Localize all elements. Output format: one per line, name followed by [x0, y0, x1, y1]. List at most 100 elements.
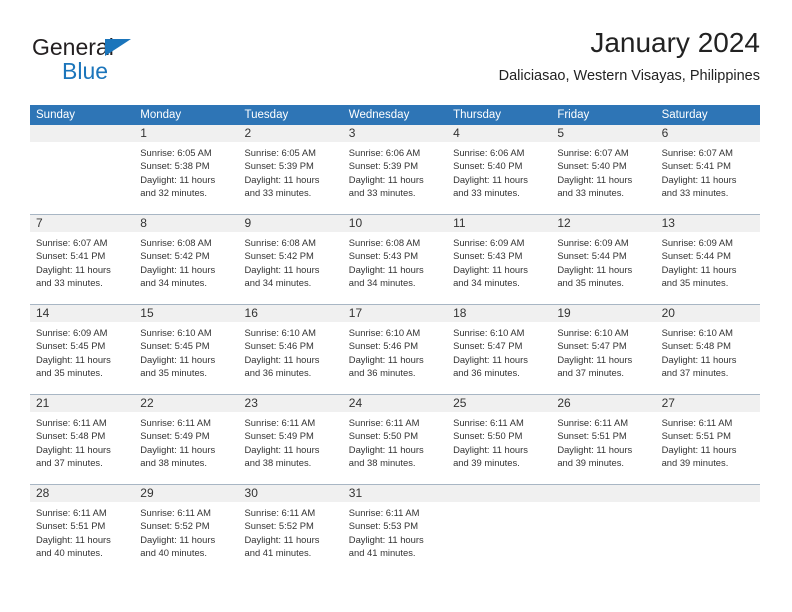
sunset-text: Sunset: 5:41 PM: [36, 250, 106, 262]
daylight-text-line1: Daylight: 11 hours: [140, 263, 216, 275]
daylight-text-line2: and 36 minutes.: [453, 366, 520, 378]
calendar-day-cell[interactable]: 3 Sunrise: 6:06 AM Sunset: 5:39 PM Daylight…: [342, 125, 448, 214]
calendar-day-cell[interactable]: 1 Sunrise: 6:05 AM Sunset: 5:38 PM Daylight…: [134, 125, 239, 214]
sunset-text: Sunset: 5:46 PM: [244, 340, 314, 352]
daylight-text-line2: and 37 minutes.: [661, 366, 729, 378]
calendar-day-cell[interactable]: 5 Sunrise: 6:07 AM Sunset: 5:40 PM Daylight…: [551, 125, 656, 214]
title-block: January 2024 Daliciasao, Western Visayas…: [499, 26, 760, 85]
calendar-day-cell[interactable]: 7 Sunrise: 6:07 AM Sunset: 5:41 PM Daylight…: [30, 215, 135, 304]
day-sun-info: Sunrise: 6:09 AM Sunset: 5:44 PM Daylight:…: [656, 232, 760, 289]
sunrise-text: Sunrise: 6:09 AM: [661, 237, 733, 248]
calendar-day-cell[interactable]: 20 Sunrise: 6:10 AM Sunset: 5:48 PM Dayligh…: [655, 305, 760, 394]
day-sun-info: Sunrise: 6:11 AM Sunset: 5:48 PM Daylight:…: [30, 412, 134, 469]
calendar-day-cell[interactable]: 26 Sunrise: 6:11 AM Sunset: 5:51 PM Dayligh…: [551, 395, 656, 484]
calendar-day-cell[interactable]: 9 Sunrise: 6:08 AM Sunset: 5:42 PM Daylight…: [238, 215, 343, 304]
daylight-text-line2: and 33 minutes.: [36, 276, 103, 288]
sunrise-text: Sunrise: 6:05 AM: [244, 147, 316, 158]
calendar-day-cell-empty: [30, 125, 135, 214]
calendar-day-cell[interactable]: 21 Sunrise: 6:11 AM Sunset: 5:48 PM Dayligh…: [30, 395, 135, 484]
calendar-day-cell[interactable]: 10 Sunrise: 6:08 AM Sunset: 5:43 PM Dayligh…: [342, 215, 448, 304]
weekday-header-sunday: Sunday: [36, 109, 76, 121]
day-number: 5: [551, 125, 656, 142]
calendar-day-cell[interactable]: 22 Sunrise: 6:11 AM Sunset: 5:49 PM Dayligh…: [134, 395, 239, 484]
daylight-text-line2: and 40 minutes.: [140, 546, 207, 558]
calendar-day-cell[interactable]: 15 Sunrise: 6:10 AM Sunset: 5:45 PM Dayligh…: [134, 305, 239, 394]
sunrise-text: Sunrise: 6:10 AM: [244, 327, 316, 338]
calendar-day-cell[interactable]: 23 Sunrise: 6:11 AM Sunset: 5:49 PM Dayligh…: [238, 395, 343, 484]
calendar-day-cell[interactable]: 11 Sunrise: 6:09 AM Sunset: 5:43 PM Dayligh…: [447, 215, 552, 304]
daylight-text-line1: Daylight: 11 hours: [140, 353, 216, 365]
sunset-text: Sunset: 5:43 PM: [348, 250, 419, 262]
day-sun-info: Sunrise: 6:08 AM Sunset: 5:43 PM Daylight:…: [343, 232, 447, 289]
daylight-text-line1: Daylight: 11 hours: [557, 173, 633, 185]
calendar-day-cell[interactable]: 12 Sunrise: 6:09 AM Sunset: 5:44 PM Dayligh…: [551, 215, 656, 304]
calendar-day-cell[interactable]: 14 Sunrise: 6:09 AM Sunset: 5:45 PM Dayligh…: [30, 305, 135, 394]
day-number: 11: [447, 215, 552, 232]
sunrise-text: Sunrise: 6:09 AM: [453, 237, 525, 248]
daylight-text-line1: Daylight: 11 hours: [36, 263, 111, 275]
calendar-day-cell[interactable]: 4 Sunrise: 6:06 AM Sunset: 5:40 PM Daylight…: [447, 125, 552, 214]
calendar-day-cell[interactable]: 31 Sunrise: 6:11 AM Sunset: 5:53 PM Dayligh…: [342, 485, 448, 574]
day-sun-info: Sunrise: 6:11 AM Sunset: 5:49 PM Daylight:…: [239, 412, 343, 469]
calendar-day-cell[interactable]: 6 Sunrise: 6:07 AM Sunset: 5:41 PM Daylight…: [655, 125, 760, 214]
calendar-day-cell[interactable]: 29 Sunrise: 6:11 AM Sunset: 5:52 PM Dayligh…: [134, 485, 239, 574]
daylight-text-line2: and 35 minutes.: [36, 366, 103, 378]
sunrise-text: Sunrise: 6:10 AM: [557, 327, 629, 338]
daylight-text-line2: and 36 minutes.: [244, 366, 312, 378]
daylight-text-line1: Daylight: 11 hours: [348, 263, 424, 275]
weekday-header-thursday: Thursday: [453, 109, 501, 121]
daylight-text-line2: and 41 minutes.: [348, 546, 416, 558]
calendar-day-cell[interactable]: 17 Sunrise: 6:10 AM Sunset: 5:46 PM Dayligh…: [342, 305, 448, 394]
daylight-text-line1: Daylight: 11 hours: [661, 443, 737, 455]
sunset-text: Sunset: 5:47 PM: [557, 340, 627, 352]
sunset-text: Sunset: 5:38 PM: [140, 160, 210, 172]
sunrise-text: Sunrise: 6:06 AM: [348, 147, 421, 158]
day-sun-info: Sunrise: 6:11 AM Sunset: 5:50 PM Daylight:…: [447, 412, 551, 469]
day-number: 3: [342, 125, 448, 142]
calendar-day-cell[interactable]: 16 Sunrise: 6:10 AM Sunset: 5:46 PM Dayligh…: [238, 305, 343, 394]
daylight-text-line2: and 33 minutes.: [348, 186, 416, 198]
calendar-day-cell[interactable]: 18 Sunrise: 6:10 AM Sunset: 5:47 PM Dayligh…: [447, 305, 552, 394]
calendar-day-cell[interactable]: 13 Sunrise: 6:09 AM Sunset: 5:44 PM Dayligh…: [655, 215, 760, 304]
day-number: 20: [655, 305, 760, 322]
daylight-text-line1: Daylight: 11 hours: [453, 443, 528, 455]
day-sun-info: Sunrise: 6:07 AM Sunset: 5:40 PM Daylight:…: [551, 142, 655, 199]
sunrise-text: Sunrise: 6:05 AM: [140, 147, 212, 158]
daylight-text-line2: and 39 minutes.: [453, 456, 520, 468]
calendar-day-cell[interactable]: 8 Sunrise: 6:08 AM Sunset: 5:42 PM Daylight…: [134, 215, 239, 304]
daylight-text-line1: Daylight: 11 hours: [36, 353, 111, 365]
daylight-text-line1: Daylight: 11 hours: [244, 443, 320, 455]
calendar-day-cell-empty: [551, 485, 656, 574]
day-number: 28: [30, 485, 135, 502]
calendar-day-cell[interactable]: 19 Sunrise: 6:10 AM Sunset: 5:47 PM Dayligh…: [551, 305, 656, 394]
daylight-text-line2: and 32 minutes.: [140, 186, 207, 198]
sunset-text: Sunset: 5:45 PM: [36, 340, 106, 352]
sunset-text: Sunset: 5:43 PM: [453, 250, 523, 262]
calendar-day-cell[interactable]: 2 Sunrise: 6:05 AM Sunset: 5:39 PM Daylight…: [238, 125, 343, 214]
daylight-text-line2: and 35 minutes.: [557, 276, 625, 288]
sunrise-text: Sunrise: 6:07 AM: [661, 147, 733, 158]
daylight-text-line1: Daylight: 11 hours: [557, 353, 633, 365]
sunset-text: Sunset: 5:39 PM: [348, 160, 419, 172]
sunset-text: Sunset: 5:40 PM: [557, 160, 627, 172]
sunset-text: Sunset: 5:52 PM: [244, 520, 314, 532]
day-number: 30: [238, 485, 343, 502]
daylight-text-line1: Daylight: 11 hours: [140, 443, 216, 455]
day-number: 22: [134, 395, 239, 412]
daylight-text-line1: Daylight: 11 hours: [244, 173, 320, 185]
sunset-text: Sunset: 5:51 PM: [661, 430, 731, 442]
calendar-day-cell[interactable]: 30 Sunrise: 6:11 AM Sunset: 5:52 PM Dayligh…: [238, 485, 343, 574]
daylight-text-line2: and 35 minutes.: [661, 276, 729, 288]
daylight-text-line1: Daylight: 11 hours: [244, 263, 320, 275]
daylight-text-line2: and 38 minutes.: [348, 456, 416, 468]
calendar-day-cell[interactable]: 27 Sunrise: 6:11 AM Sunset: 5:51 PM Dayligh…: [655, 395, 760, 484]
day-sun-info: Sunrise: 6:10 AM Sunset: 5:48 PM Daylight:…: [656, 322, 760, 379]
day-number: 8: [134, 215, 239, 232]
calendar-day-cell[interactable]: 28 Sunrise: 6:11 AM Sunset: 5:51 PM Dayligh…: [30, 485, 135, 574]
daylight-text-line2: and 40 minutes.: [36, 546, 103, 558]
sunrise-text: Sunrise: 6:11 AM: [244, 417, 316, 428]
day-number: 16: [238, 305, 343, 322]
calendar-day-cell[interactable]: 24 Sunrise: 6:11 AM Sunset: 5:50 PM Dayligh…: [342, 395, 448, 484]
day-sun-info: Sunrise: 6:08 AM Sunset: 5:42 PM Daylight:…: [239, 232, 343, 289]
calendar-day-cell[interactable]: 25 Sunrise: 6:11 AM Sunset: 5:50 PM Dayligh…: [447, 395, 552, 484]
